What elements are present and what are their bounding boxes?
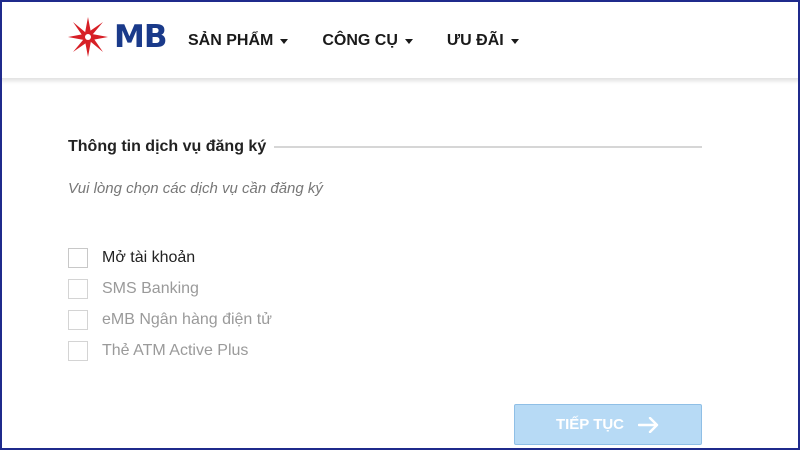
option-sms-banking[interactable]: SMS Banking [68,273,272,304]
nav-item-label: CÔNG CỤ [322,32,398,49]
continue-button-label: TIẾP TỤC [555,416,625,433]
arrow-right-icon [638,416,659,433]
chevron-down-icon [510,38,519,44]
chevron-down-icon [404,38,413,44]
option-label: Mở tài khoản [102,248,196,266]
section-divider [274,146,702,148]
chevron-down-icon [280,38,289,44]
option-label: SMS Banking [102,279,199,297]
continue-button[interactable]: TIẾP TỤC [514,404,702,445]
brand-name: MB [114,19,167,55]
mb-logo[interactable]: MB [66,14,167,60]
checkbox[interactable] [68,278,88,299]
option-label: eMB Ngân hàng điện tử [102,310,272,328]
main-nav: SẢN PHẨM CÔNG CỤ ƯU ĐÃI [188,32,553,50]
service-options: Mở tài khoản SMS Banking eMB Ngân hàng đ… [68,242,272,366]
nav-item-cong-cu[interactable]: CÔNG CỤ [322,32,413,50]
option-the-atm[interactable]: Thẻ ATM Active Plus [68,335,272,366]
option-mo-tai-khoan[interactable]: Mở tài khoản [68,242,272,273]
section-title: Thông tin dịch vụ đăng ký [68,138,267,155]
option-label: Thẻ ATM Active Plus [102,341,249,359]
nav-item-label: ƯU ĐÃI [446,32,504,49]
nav-item-label: SẢN PHẨM [188,32,274,49]
nav-item-uu-dai[interactable]: ƯU ĐÃI [447,32,519,50]
top-header: MB SẢN PHẨM CÔNG CỤ ƯU ĐÃI [0,0,800,79]
checkbox[interactable] [68,247,88,268]
checkbox[interactable] [68,340,88,361]
mb-star-logo-icon [68,17,108,57]
checkbox[interactable] [68,309,88,330]
section-subtitle: Vui lòng chọn các dịch vụ cần đăng ký [68,180,323,197]
nav-item-san-pham[interactable]: SẢN PHẨM [188,32,289,50]
option-emb[interactable]: eMB Ngân hàng điện tử [68,304,272,335]
